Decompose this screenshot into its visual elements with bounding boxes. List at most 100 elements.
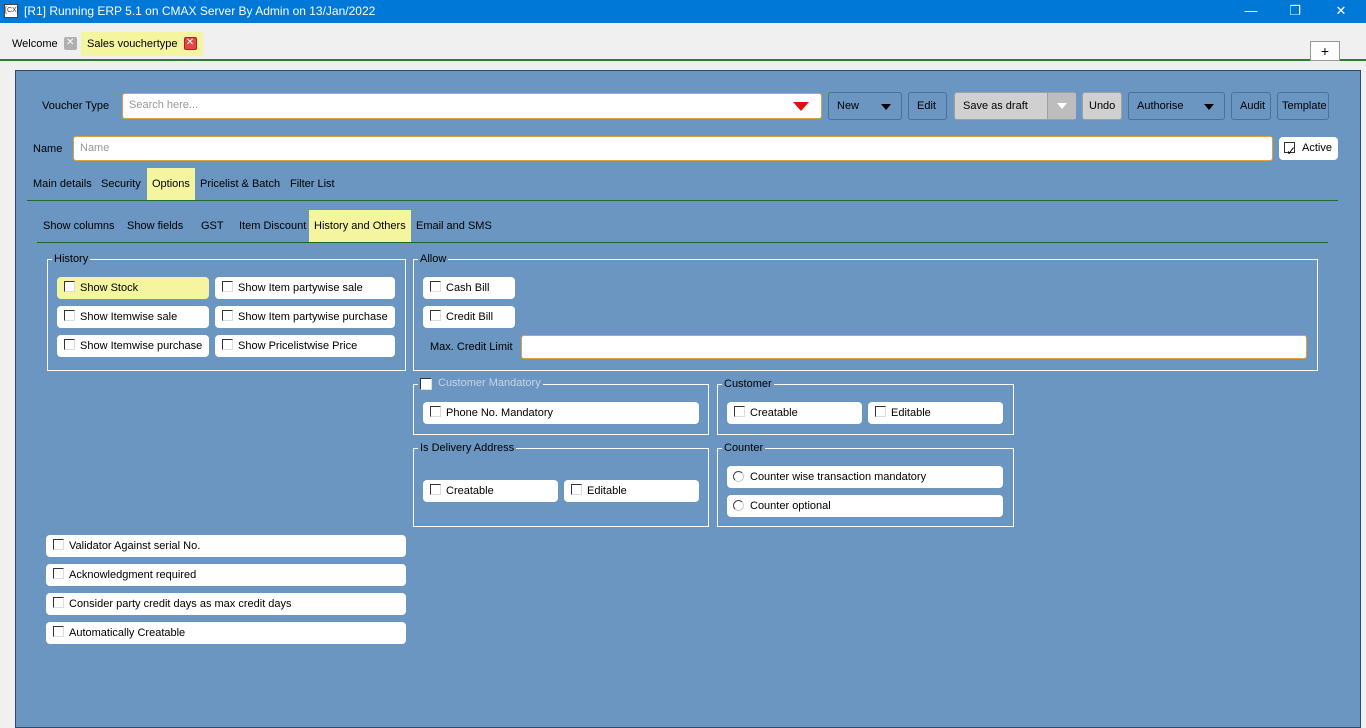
delivery-editable-checkbox[interactable]: Editable bbox=[564, 480, 699, 502]
search-placeholder: Search here... bbox=[129, 99, 199, 111]
divider bbox=[37, 242, 1328, 243]
name-placeholder: Name bbox=[80, 142, 110, 154]
cash-bill-checkbox[interactable]: Cash Bill bbox=[423, 277, 515, 299]
title-bar: [CX] [R1] Running ERP 5.1 on CMAX Server… bbox=[0, 0, 1366, 23]
audit-button[interactable]: Audit bbox=[1231, 92, 1271, 120]
credit-bill-checkbox[interactable]: Credit Bill bbox=[423, 306, 515, 328]
checkbox-icon bbox=[53, 568, 64, 579]
customer-creatable-checkbox[interactable]: Creatable bbox=[727, 402, 862, 424]
tab-gst[interactable]: GST bbox=[196, 210, 229, 242]
window-title: [R1] Running ERP 5.1 on CMAX Server By A… bbox=[24, 4, 376, 18]
save-draft-label: Save as draft bbox=[963, 100, 1028, 112]
voucher-type-search[interactable]: Search here... bbox=[122, 93, 822, 119]
checkbox-label: Show Itemwise sale bbox=[80, 311, 178, 323]
show-itemwise-purchase-checkbox[interactable]: Show Itemwise purchase bbox=[57, 335, 209, 357]
document-tab-strip: Welcome ✕ Sales vouchertype ✕ + bbox=[0, 23, 1366, 61]
checkbox-icon bbox=[222, 339, 233, 350]
radio-label: Counter wise transaction mandatory bbox=[750, 471, 927, 483]
radio-icon bbox=[733, 500, 744, 511]
tab-filter-list[interactable]: Filter List bbox=[285, 168, 340, 200]
checkbox-label: Creatable bbox=[446, 485, 494, 497]
active-label: Active bbox=[1302, 142, 1332, 154]
chevron-down-icon bbox=[1057, 103, 1067, 109]
tab-label: Sales vouchertype bbox=[87, 38, 178, 50]
checkbox-icon: ✓ bbox=[1284, 142, 1296, 158]
active-checkbox[interactable]: ✓ Active bbox=[1279, 137, 1338, 160]
edit-button[interactable]: Edit bbox=[908, 92, 947, 120]
phone-mandatory-checkbox[interactable]: Phone No. Mandatory bbox=[423, 402, 699, 424]
new-button[interactable]: New bbox=[828, 92, 902, 120]
counter-optional-radio[interactable]: Counter optional bbox=[727, 495, 1003, 517]
close-tab-icon[interactable]: ✕ bbox=[63, 36, 77, 50]
checkbox-label: Credit Bill bbox=[446, 311, 494, 323]
checkbox-label: Automatically Creatable bbox=[69, 627, 186, 639]
automatically-creatable-checkbox[interactable]: Automatically Creatable bbox=[46, 622, 406, 644]
checkbox-label: Phone No. Mandatory bbox=[446, 407, 554, 419]
checkbox-label: Creatable bbox=[750, 407, 798, 419]
allow-group-title: Allow bbox=[418, 253, 449, 265]
chevron-down-icon bbox=[881, 104, 891, 110]
tab-email-and-sms[interactable]: Email and SMS bbox=[411, 210, 497, 242]
show-stock-checkbox[interactable]: Show Stock bbox=[57, 277, 209, 299]
delivery-address-title: Is Delivery Address bbox=[418, 442, 517, 454]
divider bbox=[27, 200, 1338, 201]
save-options-dropdown[interactable] bbox=[1047, 93, 1076, 119]
max-credit-limit-input[interactable] bbox=[521, 335, 1307, 359]
checkbox-label: Consider party credit days as max credit… bbox=[69, 598, 292, 610]
checkbox-label: Show Item partywise purchase bbox=[238, 311, 388, 323]
radio-icon bbox=[733, 471, 744, 482]
checkbox-label: Editable bbox=[587, 485, 627, 497]
checkbox-icon bbox=[875, 406, 886, 417]
checkbox-icon bbox=[734, 406, 745, 417]
checkbox-icon bbox=[222, 281, 233, 292]
tab-pricelist-batch[interactable]: Pricelist & Batch bbox=[195, 168, 285, 200]
tab-main-details[interactable]: Main details bbox=[28, 168, 97, 200]
app-icon: [CX] bbox=[4, 4, 19, 18]
authorise-label: Authorise bbox=[1137, 100, 1184, 112]
dropdown-arrow-icon[interactable] bbox=[793, 102, 809, 111]
new-button-label: New bbox=[837, 100, 860, 112]
checkbox-icon bbox=[430, 281, 441, 292]
name-input[interactable]: Name bbox=[73, 136, 1273, 161]
add-tab-button[interactable]: + bbox=[1310, 41, 1340, 61]
checkbox-icon bbox=[430, 310, 441, 321]
show-pricelistwise-price-checkbox[interactable]: Show Pricelistwise Price bbox=[215, 335, 395, 357]
close-window-icon[interactable]: ✕ bbox=[1318, 0, 1364, 23]
tab-history-and-others[interactable]: History and Others bbox=[309, 210, 411, 242]
checkbox-icon bbox=[64, 339, 75, 350]
tab-show-fields[interactable]: Show fields bbox=[122, 210, 188, 242]
template-button[interactable]: Template bbox=[1277, 92, 1329, 120]
authorise-button[interactable]: Authorise bbox=[1128, 92, 1225, 120]
history-group-title: History bbox=[52, 253, 91, 265]
acknowledgment-required-checkbox[interactable]: Acknowledgment required bbox=[46, 564, 406, 586]
minimize-icon[interactable]: — bbox=[1228, 0, 1274, 23]
show-item-partywise-purchase-checkbox[interactable]: Show Item partywise purchase bbox=[215, 306, 395, 328]
show-item-partywise-sale-checkbox[interactable]: Show Item partywise sale bbox=[215, 277, 395, 299]
delivery-creatable-checkbox[interactable]: Creatable bbox=[423, 480, 558, 502]
save-as-draft-button[interactable]: Save as draft bbox=[954, 92, 1076, 120]
checkmark-icon: ✓ bbox=[1286, 144, 1297, 158]
tab-security[interactable]: Security bbox=[96, 168, 146, 200]
restore-icon[interactable]: ❐ bbox=[1272, 0, 1318, 23]
checkbox-icon bbox=[53, 626, 64, 637]
checkbox-icon bbox=[430, 484, 441, 495]
tab-options[interactable]: Options bbox=[147, 168, 195, 200]
tab-item-discount[interactable]: Item Discount bbox=[234, 210, 311, 242]
validator-serial-checkbox[interactable]: Validator Against serial No. bbox=[46, 535, 406, 557]
close-tab-icon[interactable]: ✕ bbox=[183, 36, 197, 50]
checkbox-label: Cash Bill bbox=[446, 282, 490, 294]
counter-mandatory-radio[interactable]: Counter wise transaction mandatory bbox=[727, 466, 1003, 488]
customer-mandatory-title[interactable]: Customer Mandatory bbox=[418, 377, 543, 390]
checkbox-label: Acknowledgment required bbox=[69, 569, 197, 581]
radio-label: Counter optional bbox=[750, 500, 831, 512]
tab-sales-vouchertype[interactable]: Sales vouchertype ✕ bbox=[81, 32, 203, 56]
checkbox-label: Show Pricelistwise Price bbox=[238, 340, 358, 352]
max-credit-limit-label: Max. Credit Limit bbox=[430, 341, 513, 353]
tab-show-columns[interactable]: Show columns bbox=[38, 210, 120, 242]
show-itemwise-sale-checkbox[interactable]: Show Itemwise sale bbox=[57, 306, 209, 328]
undo-button[interactable]: Undo bbox=[1082, 92, 1122, 120]
checkbox-label: Validator Against serial No. bbox=[69, 540, 201, 552]
customer-editable-checkbox[interactable]: Editable bbox=[868, 402, 1003, 424]
tab-welcome[interactable]: Welcome ✕ bbox=[6, 32, 83, 56]
party-credit-days-checkbox[interactable]: Consider party credit days as max credit… bbox=[46, 593, 406, 615]
